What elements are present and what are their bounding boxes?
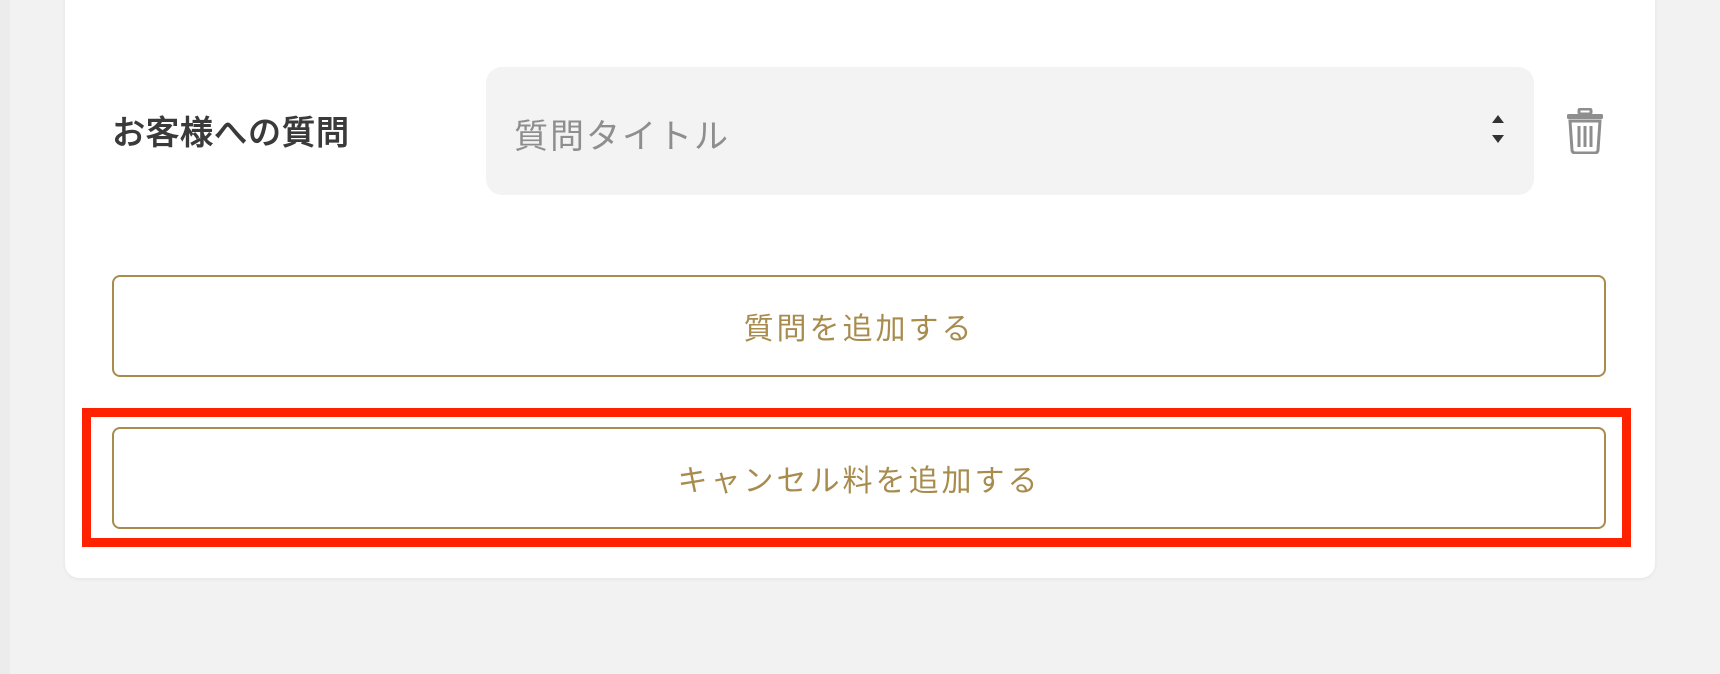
question-field-label: お客様への質問 <box>112 113 350 152</box>
add-cancellation-fee-button[interactable]: キャンセル料を追加する <box>112 427 1606 529</box>
question-title-select-value: 質問タイトル <box>514 117 730 157</box>
delete-question-button[interactable] <box>1565 107 1605 155</box>
select-updown-icon <box>1490 111 1506 147</box>
page-background-edge <box>0 0 10 674</box>
add-question-button[interactable]: 質問を追加する <box>112 275 1606 377</box>
trash-icon <box>1565 107 1605 158</box>
settings-card: お客様への質問 質問タイトル 質問を追加する キャンセル料を追加する <box>65 0 1655 578</box>
question-title-select[interactable]: 質問タイトル <box>486 67 1534 195</box>
